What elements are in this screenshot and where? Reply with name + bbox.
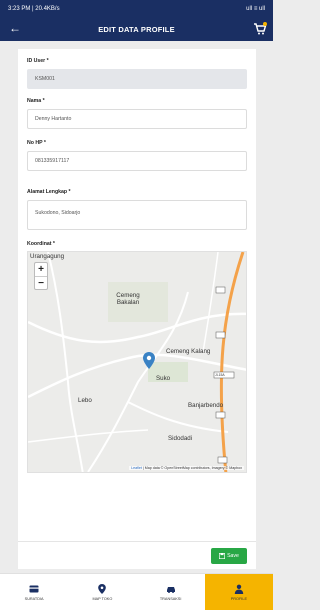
car-icon <box>166 586 175 593</box>
nav-label: Profile <box>230 596 247 601</box>
save-button[interactable]: Save <box>211 548 247 564</box>
status-bar: 3:23 PM | 20.4KB/s ull ≡ ull <box>0 0 273 17</box>
back-arrow-icon[interactable]: ← <box>9 21 21 35</box>
bottom-nav: Suratdia Map Toko Transaksi Profile <box>0 573 273 610</box>
id-user-label: ID User * <box>27 58 49 64</box>
map-attribution: Leaflet | Map data © OpenStreetMap contr… <box>129 466 244 470</box>
map-label-banjarbendo: Banjarbendo <box>188 402 224 409</box>
road-badge: Jl-15A <box>215 373 225 377</box>
map-label-suko: Suko <box>156 375 171 382</box>
nama-label: Nama * <box>27 98 45 104</box>
cart-icon[interactable] <box>253 22 267 36</box>
map-label-lebo: Lebo <box>78 397 92 404</box>
status-icons: ull ≡ ull <box>246 5 265 12</box>
nav-label: Transaksi <box>159 596 182 601</box>
profile-form-card: ID User * KSM001 Nama * Denny Hartanto N… <box>18 49 256 569</box>
map-pin-icon <box>98 583 107 594</box>
nav-label: Map Toko <box>92 596 113 601</box>
map-zoom-control: + − <box>34 262 48 290</box>
alamat-textarea[interactable]: Sukodono, Sidoarjo <box>27 200 247 230</box>
attribution-text: | Map data © OpenStreetMap contributors,… <box>142 466 242 470</box>
nav-label: Suratdia <box>24 596 44 601</box>
alamat-label: Alamat Lengkap * <box>27 189 71 195</box>
nama-input[interactable]: Denny Hartanto <box>27 109 247 129</box>
leaflet-link[interactable]: Leaflet <box>131 466 142 470</box>
save-icon <box>219 553 226 559</box>
nav-item-profile[interactable]: Profile <box>204 574 273 610</box>
map-label-cemeng-kalang: Cemeng Kalang <box>166 348 211 355</box>
nohp-label: No HP * <box>27 140 46 146</box>
card-icon <box>29 585 39 592</box>
nohp-input[interactable]: 081335917117 <box>27 151 247 171</box>
nav-item-transaksi[interactable]: Transaksi <box>137 574 205 610</box>
location-marker-icon[interactable] <box>143 352 155 369</box>
nav-item-map-toko[interactable]: Map Toko <box>68 574 136 610</box>
page-title: EDIT DATA PROFILE <box>98 24 175 34</box>
map-roads <box>28 252 246 472</box>
person-icon <box>234 584 244 594</box>
coordinate-map[interactable]: Urangagung Cemeng Bakalan Cemeng Kalang … <box>27 251 247 473</box>
koordinat-label: Koordinat * <box>27 241 55 247</box>
zoom-in-button[interactable]: + <box>35 263 47 277</box>
nav-item-suratdia[interactable]: Suratdia <box>0 574 68 610</box>
map-label-urangagung: Urangagung <box>30 253 65 260</box>
form-divider <box>18 541 256 542</box>
map-label-sidodadi: Sidodadi <box>168 435 193 442</box>
map-label-cemeng-bakalan: Cemeng Bakalan <box>116 292 140 306</box>
status-time: 3:23 PM | 20.4KB/s <box>8 5 60 12</box>
app-bar: ← EDIT DATA PROFILE <box>0 17 273 41</box>
zoom-out-button[interactable]: − <box>35 277 47 291</box>
save-label: Save <box>227 553 239 559</box>
id-user-field: KSM001 <box>27 69 247 89</box>
